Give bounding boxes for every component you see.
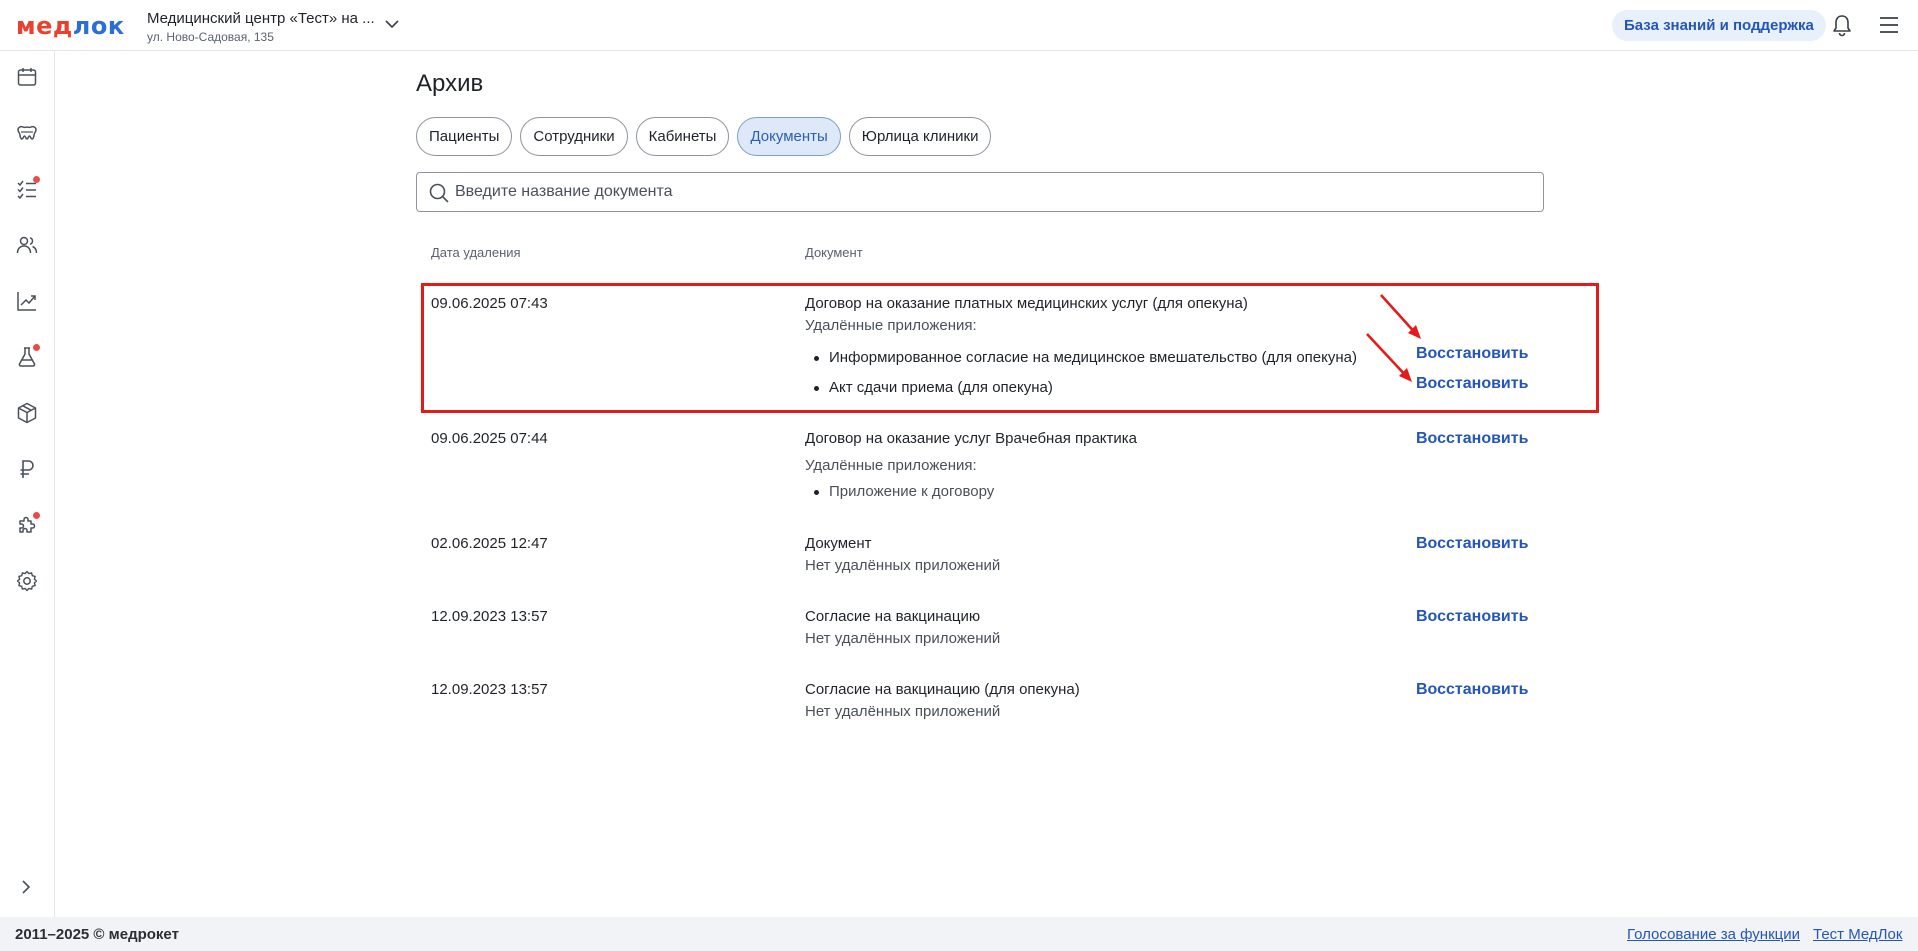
- test-medlok-link[interactable]: Тест МедЛок: [1813, 926, 1902, 943]
- clinic-selector[interactable]: Медицинский центр «Тест» на ... ул. Ново…: [147, 10, 375, 44]
- attachment-list: Информированное согласие на медицинское …: [805, 349, 1365, 397]
- tab-rooms[interactable]: Кабинеты: [635, 117, 730, 156]
- ruble-icon[interactable]: [13, 455, 41, 483]
- footer: 2011–2025 © медрокет Голосование за функ…: [0, 917, 1918, 951]
- deletion-date: 12.09.2023 13:57: [431, 608, 548, 625]
- restore-attachment-button[interactable]: Восстановить: [1416, 375, 1528, 393]
- table-row: 02.06.2025 12:47 Документ Нет удалённых …: [416, 535, 1544, 585]
- hamburger-menu-icon[interactable]: [1878, 15, 1900, 40]
- restore-button[interactable]: Восстановить: [1416, 535, 1528, 553]
- no-attachments-label: Нет удалённых приложений: [805, 703, 1001, 720]
- table-row: 12.09.2023 13:57 Согласие на вакцинацию …: [416, 681, 1544, 731]
- medlok-logo[interactable]: медлок: [16, 12, 125, 40]
- document-cell: Согласие на вакцинацию (для опекуна) Нет…: [805, 681, 1365, 721]
- attachments-label: Удалённые приложения:: [805, 457, 977, 474]
- table-row: 09.06.2025 07:43 Договор на оказание пла…: [416, 295, 1544, 405]
- flask-icon[interactable]: [13, 343, 41, 371]
- gear-icon[interactable]: [13, 567, 41, 595]
- users-icon[interactable]: [13, 231, 41, 259]
- vote-features-link[interactable]: Голосование за функции: [1627, 926, 1800, 943]
- sidebar: [0, 51, 55, 917]
- search-input[interactable]: [455, 177, 1535, 207]
- deletion-date: 09.06.2025 07:43: [431, 295, 548, 312]
- logo-part-red: мед: [16, 12, 73, 40]
- attachment-list: Приложение к договору: [805, 483, 1365, 501]
- chevron-down-icon[interactable]: [384, 16, 400, 37]
- document-title: Договор на оказание услуг Врачебная прак…: [805, 430, 1137, 447]
- deletion-date: 02.06.2025 12:47: [431, 535, 548, 552]
- deletion-date: 12.09.2023 13:57: [431, 681, 548, 698]
- calendar-icon[interactable]: [13, 63, 41, 91]
- knowledge-base-button[interactable]: База знаний и поддержка: [1612, 10, 1826, 41]
- document-cell: Документ Нет удалённых приложений: [805, 535, 1365, 575]
- clinic-address: ул. Ново-Садовая, 135: [147, 30, 274, 44]
- column-header-document: Документ: [805, 245, 863, 260]
- puzzle-icon[interactable]: [13, 511, 41, 539]
- document-title: Согласие на вакцинацию (для опекуна): [805, 681, 1080, 698]
- attachment-item: Акт сдачи приема (для опекуна): [805, 379, 1365, 397]
- attachment-item: Приложение к договору: [805, 483, 1365, 501]
- notification-badge: [33, 176, 40, 183]
- box-icon[interactable]: [13, 399, 41, 427]
- notification-badge: [33, 512, 40, 519]
- tab-employees[interactable]: Сотрудники: [520, 117, 628, 156]
- tasks-icon[interactable]: [13, 175, 41, 203]
- chevron-right-icon[interactable]: [16, 877, 36, 902]
- page-title: Архив: [416, 70, 484, 97]
- restore-button[interactable]: Восстановить: [1416, 681, 1528, 699]
- restore-button[interactable]: Восстановить: [1416, 430, 1528, 448]
- attachments-label: Удалённые приложения:: [805, 317, 977, 334]
- document-cell: Согласие на вакцинацию Нет удалённых при…: [805, 608, 1365, 648]
- document-title: Документ: [805, 535, 872, 552]
- top-header: медлок Медицинский центр «Тест» на ... у…: [0, 0, 1918, 51]
- document-title: Согласие на вакцинацию: [805, 608, 981, 625]
- search-box: [416, 172, 1544, 212]
- document-cell: Договор на оказание платных медицинских …: [805, 295, 1365, 409]
- tab-patients[interactable]: Пациенты: [416, 117, 513, 156]
- deletion-date: 09.06.2025 07:44: [431, 430, 548, 447]
- attachment-item: Информированное согласие на медицинское …: [805, 349, 1365, 367]
- no-attachments-label: Нет удалённых приложений: [805, 630, 1001, 647]
- table-row: 12.09.2023 13:57 Согласие на вакцинацию …: [416, 608, 1544, 658]
- search-icon: [428, 182, 450, 209]
- analytics-chart-icon[interactable]: [13, 287, 41, 315]
- tab-documents[interactable]: Документы: [737, 117, 841, 156]
- copyright-text: 2011–2025 © медрокет: [15, 926, 179, 943]
- table-row: 09.06.2025 07:44 Договор на оказание усл…: [416, 430, 1544, 510]
- archive-tabs: Пациенты Сотрудники Кабинеты Документы Ю…: [416, 117, 992, 156]
- clinic-name: Медицинский центр «Тест» на ...: [147, 10, 375, 27]
- bell-icon[interactable]: [1830, 13, 1854, 42]
- restore-button[interactable]: Восстановить: [1416, 608, 1528, 626]
- document-cell: Договор на оказание услуг Врачебная прак…: [805, 430, 1365, 513]
- tab-legal-entities[interactable]: Юрлица клиники: [848, 117, 992, 156]
- logo-part-blue: лок: [72, 12, 125, 40]
- restore-attachment-button[interactable]: Восстановить: [1416, 345, 1528, 363]
- no-attachments-label: Нет удалённых приложений: [805, 557, 1001, 574]
- notification-badge: [33, 344, 40, 351]
- document-title: Договор на оказание платных медицинских …: [805, 295, 1248, 312]
- teeth-icon[interactable]: [13, 119, 41, 147]
- column-header-date: Дата удаления: [431, 245, 521, 260]
